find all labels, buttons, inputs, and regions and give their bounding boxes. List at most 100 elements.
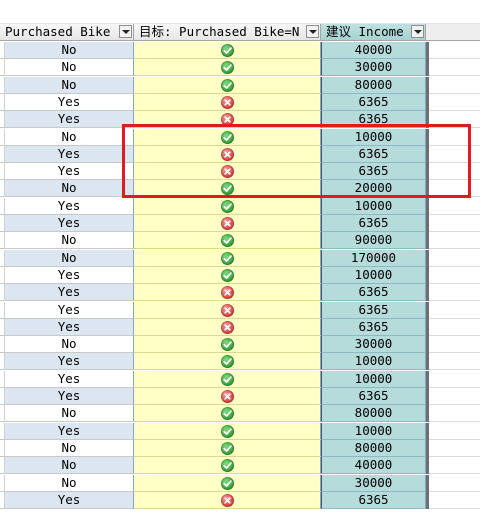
purchased-bike-cell[interactable]: No bbox=[5, 42, 134, 59]
income-cell[interactable]: 170000 bbox=[321, 249, 426, 267]
income-cell[interactable]: 40000 bbox=[321, 42, 426, 59]
empty-cell[interactable] bbox=[429, 266, 480, 284]
purchased-bike-cell[interactable]: Yes bbox=[5, 370, 134, 388]
purchased-bike-cell[interactable]: Yes bbox=[5, 301, 134, 319]
empty-cell[interactable] bbox=[429, 405, 480, 423]
empty-cell[interactable] bbox=[429, 284, 480, 302]
empty-cell[interactable] bbox=[429, 76, 480, 94]
income-cell[interactable]: 6365 bbox=[321, 491, 426, 509]
income-header[interactable]: 建议 Income bbox=[321, 24, 426, 41]
empty-cell[interactable] bbox=[429, 128, 480, 146]
target-status-cell[interactable] bbox=[134, 388, 321, 405]
purchased-bike-cell[interactable]: No bbox=[5, 180, 134, 198]
empty-cell[interactable] bbox=[429, 163, 480, 181]
purchased-bike-cell[interactable]: No bbox=[5, 232, 134, 250]
target-status-cell[interactable] bbox=[134, 422, 321, 440]
purchased-bike-cell[interactable]: No bbox=[5, 474, 134, 492]
empty-cell[interactable] bbox=[429, 59, 480, 77]
purchased-bike-cell[interactable]: Yes bbox=[5, 145, 134, 163]
empty-cell[interactable] bbox=[429, 249, 480, 267]
purchased-bike-cell[interactable]: Yes bbox=[5, 388, 134, 405]
target-header[interactable]: 目标: Purchased Bike=N bbox=[134, 24, 321, 41]
purchased-bike-cell[interactable]: Yes bbox=[5, 353, 134, 371]
income-cell[interactable]: 6365 bbox=[321, 145, 426, 163]
purchased-bike-cell[interactable]: Yes bbox=[5, 318, 134, 336]
target-status-cell[interactable] bbox=[134, 42, 321, 59]
empty-cell[interactable] bbox=[429, 232, 480, 250]
empty-cell[interactable] bbox=[429, 422, 480, 440]
target-status-cell[interactable] bbox=[134, 336, 321, 354]
income-cell[interactable]: 6365 bbox=[321, 93, 426, 111]
target-filter-button[interactable] bbox=[306, 25, 319, 38]
income-cell[interactable]: 80000 bbox=[321, 439, 426, 457]
income-cell[interactable]: 6365 bbox=[321, 388, 426, 405]
income-filter-button[interactable] bbox=[411, 25, 424, 38]
empty-cell[interactable] bbox=[429, 474, 480, 492]
target-status-cell[interactable] bbox=[134, 232, 321, 250]
empty-cell[interactable] bbox=[429, 388, 480, 405]
target-status-cell[interactable] bbox=[134, 284, 321, 302]
empty-cell[interactable] bbox=[429, 145, 480, 163]
empty-cell[interactable] bbox=[429, 301, 480, 319]
income-cell[interactable]: 6365 bbox=[321, 301, 426, 319]
purchased-bike-cell[interactable]: No bbox=[5, 457, 134, 475]
empty-cell[interactable] bbox=[429, 197, 480, 215]
target-status-cell[interactable] bbox=[134, 439, 321, 457]
target-status-cell[interactable] bbox=[134, 491, 321, 509]
purchased-bike-cell[interactable]: No bbox=[5, 59, 134, 77]
income-cell[interactable]: 30000 bbox=[321, 59, 426, 77]
target-status-cell[interactable] bbox=[134, 128, 321, 146]
purchased-bike-cell[interactable]: No bbox=[5, 249, 134, 267]
income-cell[interactable]: 10000 bbox=[321, 128, 426, 146]
income-cell[interactable]: 6365 bbox=[321, 318, 426, 336]
purchased-bike-cell[interactable]: Yes bbox=[5, 93, 134, 111]
income-cell[interactable]: 10000 bbox=[321, 422, 426, 440]
target-status-cell[interactable] bbox=[134, 93, 321, 111]
purchased-bike-cell[interactable]: No bbox=[5, 128, 134, 146]
empty-cell[interactable] bbox=[429, 318, 480, 336]
target-status-cell[interactable] bbox=[134, 318, 321, 336]
target-status-cell[interactable] bbox=[134, 474, 321, 492]
purchased-bike-cell[interactable]: No bbox=[5, 76, 134, 94]
income-cell[interactable]: 10000 bbox=[321, 353, 426, 371]
empty-cell[interactable] bbox=[429, 353, 480, 371]
purchased-bike-cell[interactable]: Yes bbox=[5, 422, 134, 440]
income-cell[interactable]: 90000 bbox=[321, 232, 426, 250]
target-status-cell[interactable] bbox=[134, 145, 321, 163]
income-cell[interactable]: 6365 bbox=[321, 111, 426, 129]
income-cell[interactable]: 10000 bbox=[321, 266, 426, 284]
income-cell[interactable]: 6365 bbox=[321, 215, 426, 232]
income-cell[interactable]: 30000 bbox=[321, 336, 426, 354]
income-cell[interactable]: 10000 bbox=[321, 197, 426, 215]
target-status-cell[interactable] bbox=[134, 197, 321, 215]
target-status-cell[interactable] bbox=[134, 249, 321, 267]
target-status-cell[interactable] bbox=[134, 405, 321, 423]
target-status-cell[interactable] bbox=[134, 76, 321, 94]
target-status-cell[interactable] bbox=[134, 266, 321, 284]
purchased-bike-cell[interactable]: No bbox=[5, 405, 134, 423]
empty-cell[interactable] bbox=[429, 370, 480, 388]
purchased-bike-header[interactable]: Purchased Bike bbox=[0, 24, 134, 41]
purchased-bike-cell[interactable]: No bbox=[5, 336, 134, 354]
target-status-cell[interactable] bbox=[134, 301, 321, 319]
purchased-bike-cell[interactable]: No bbox=[5, 439, 134, 457]
income-cell[interactable]: 40000 bbox=[321, 457, 426, 475]
purchased-bike-cell[interactable]: Yes bbox=[5, 111, 134, 129]
purchased-bike-cell[interactable]: Yes bbox=[5, 215, 134, 232]
purchased-bike-cell[interactable]: Yes bbox=[5, 491, 134, 509]
income-cell[interactable]: 6365 bbox=[321, 163, 426, 181]
income-cell[interactable]: 10000 bbox=[321, 370, 426, 388]
target-status-cell[interactable] bbox=[134, 163, 321, 181]
income-cell[interactable]: 6365 bbox=[321, 284, 426, 302]
empty-cell[interactable] bbox=[429, 215, 480, 232]
empty-cell[interactable] bbox=[429, 491, 480, 509]
purchased-bike-cell[interactable]: Yes bbox=[5, 266, 134, 284]
income-cell[interactable]: 80000 bbox=[321, 76, 426, 94]
income-cell[interactable]: 80000 bbox=[321, 405, 426, 423]
target-status-cell[interactable] bbox=[134, 111, 321, 129]
empty-cell[interactable] bbox=[429, 111, 480, 129]
empty-cell[interactable] bbox=[429, 439, 480, 457]
empty-cell[interactable] bbox=[429, 42, 480, 59]
income-cell[interactable]: 20000 bbox=[321, 180, 426, 198]
purchased-bike-cell[interactable]: Yes bbox=[5, 284, 134, 302]
